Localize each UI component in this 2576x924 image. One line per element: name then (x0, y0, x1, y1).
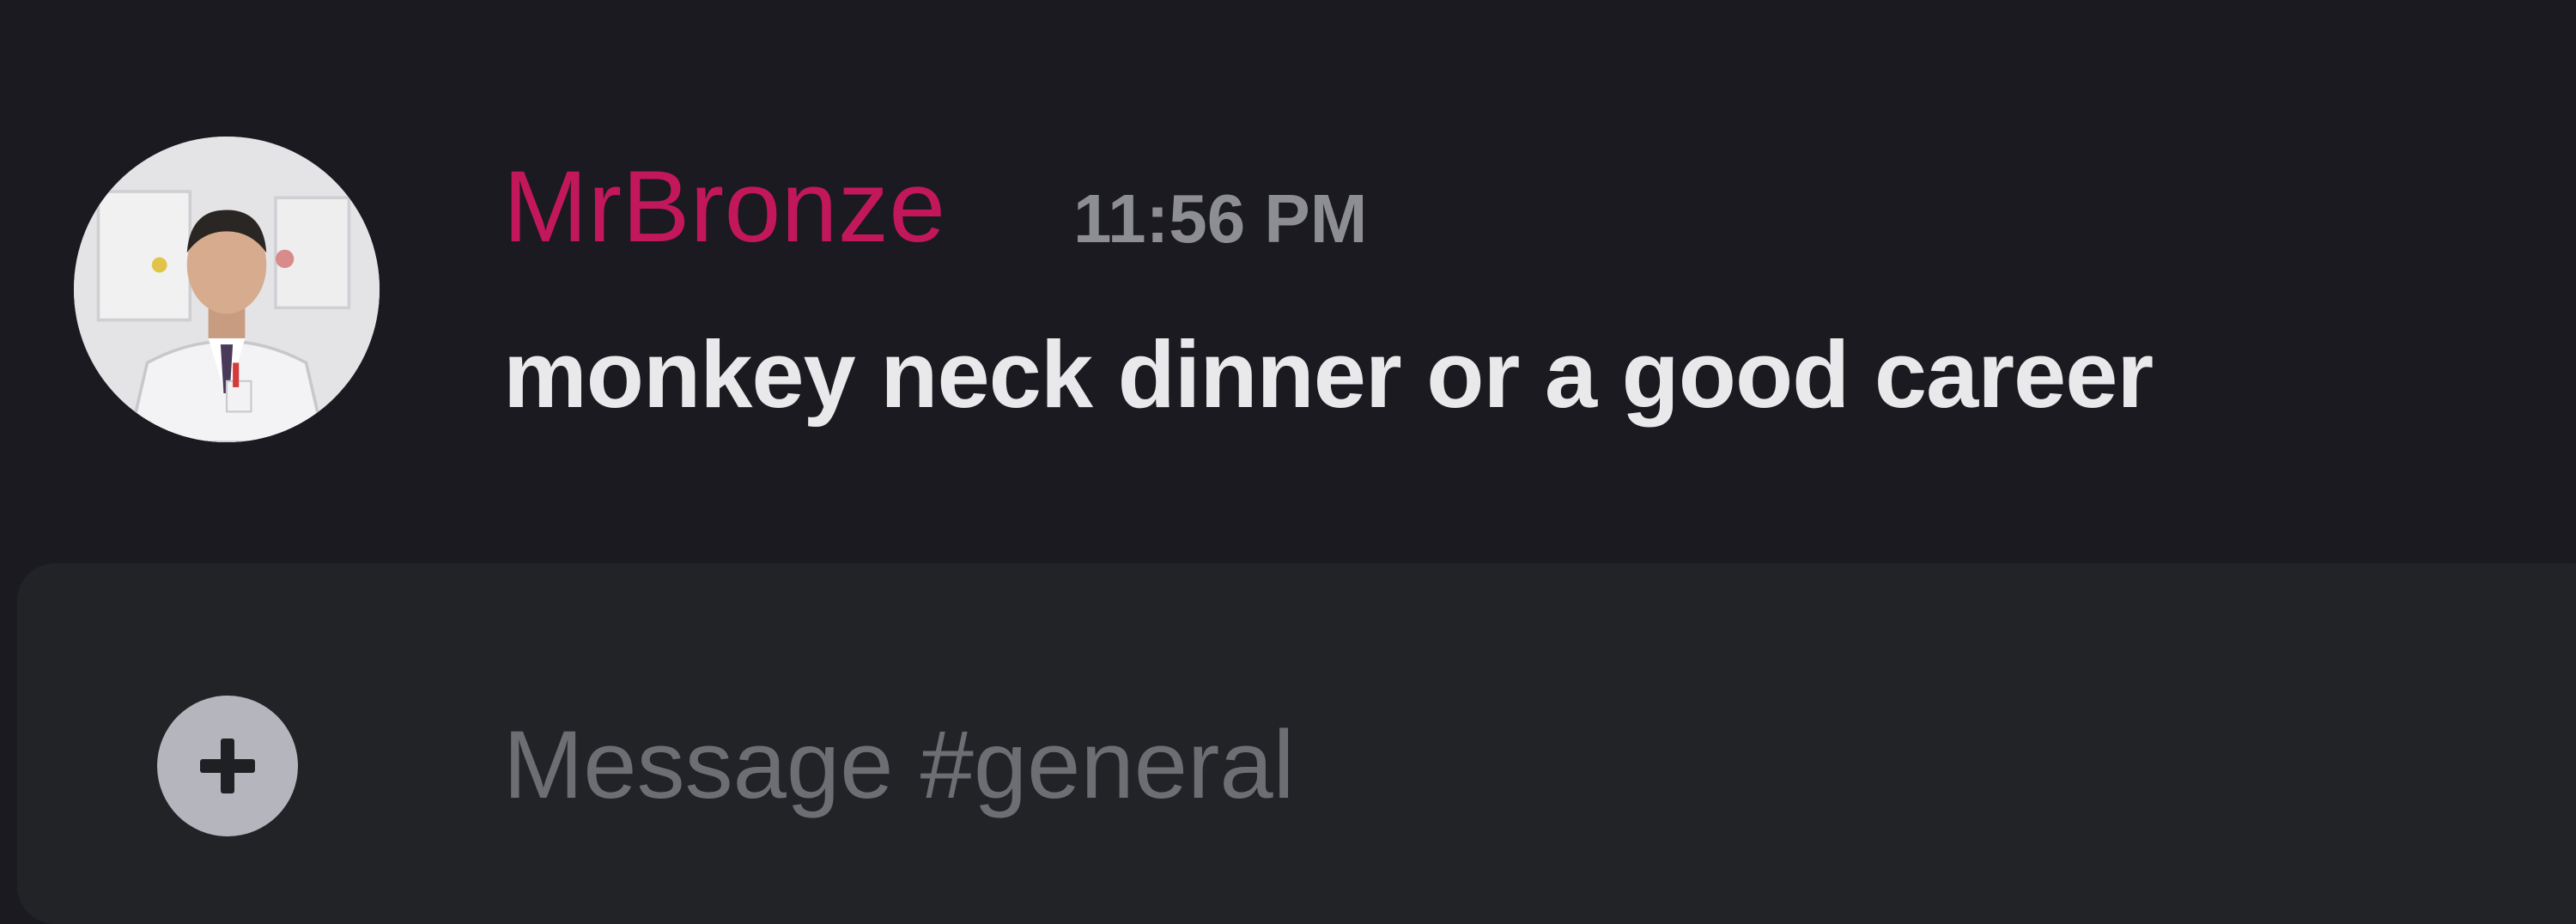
message-username[interactable]: MrBronze (503, 151, 945, 263)
message-timestamp: 11:56 PM (1073, 180, 1368, 257)
plus-circle-icon (200, 739, 255, 793)
message-input[interactable] (495, 696, 2487, 833)
message-text: monkey neck dinner or a good career (503, 322, 2154, 428)
user-avatar[interactable] (74, 137, 380, 442)
add-attachment-button[interactable] (157, 696, 298, 836)
avatar-image (74, 137, 380, 442)
chat-message: MrBronze 11:56 PM monkey neck dinner or … (0, 0, 2576, 550)
